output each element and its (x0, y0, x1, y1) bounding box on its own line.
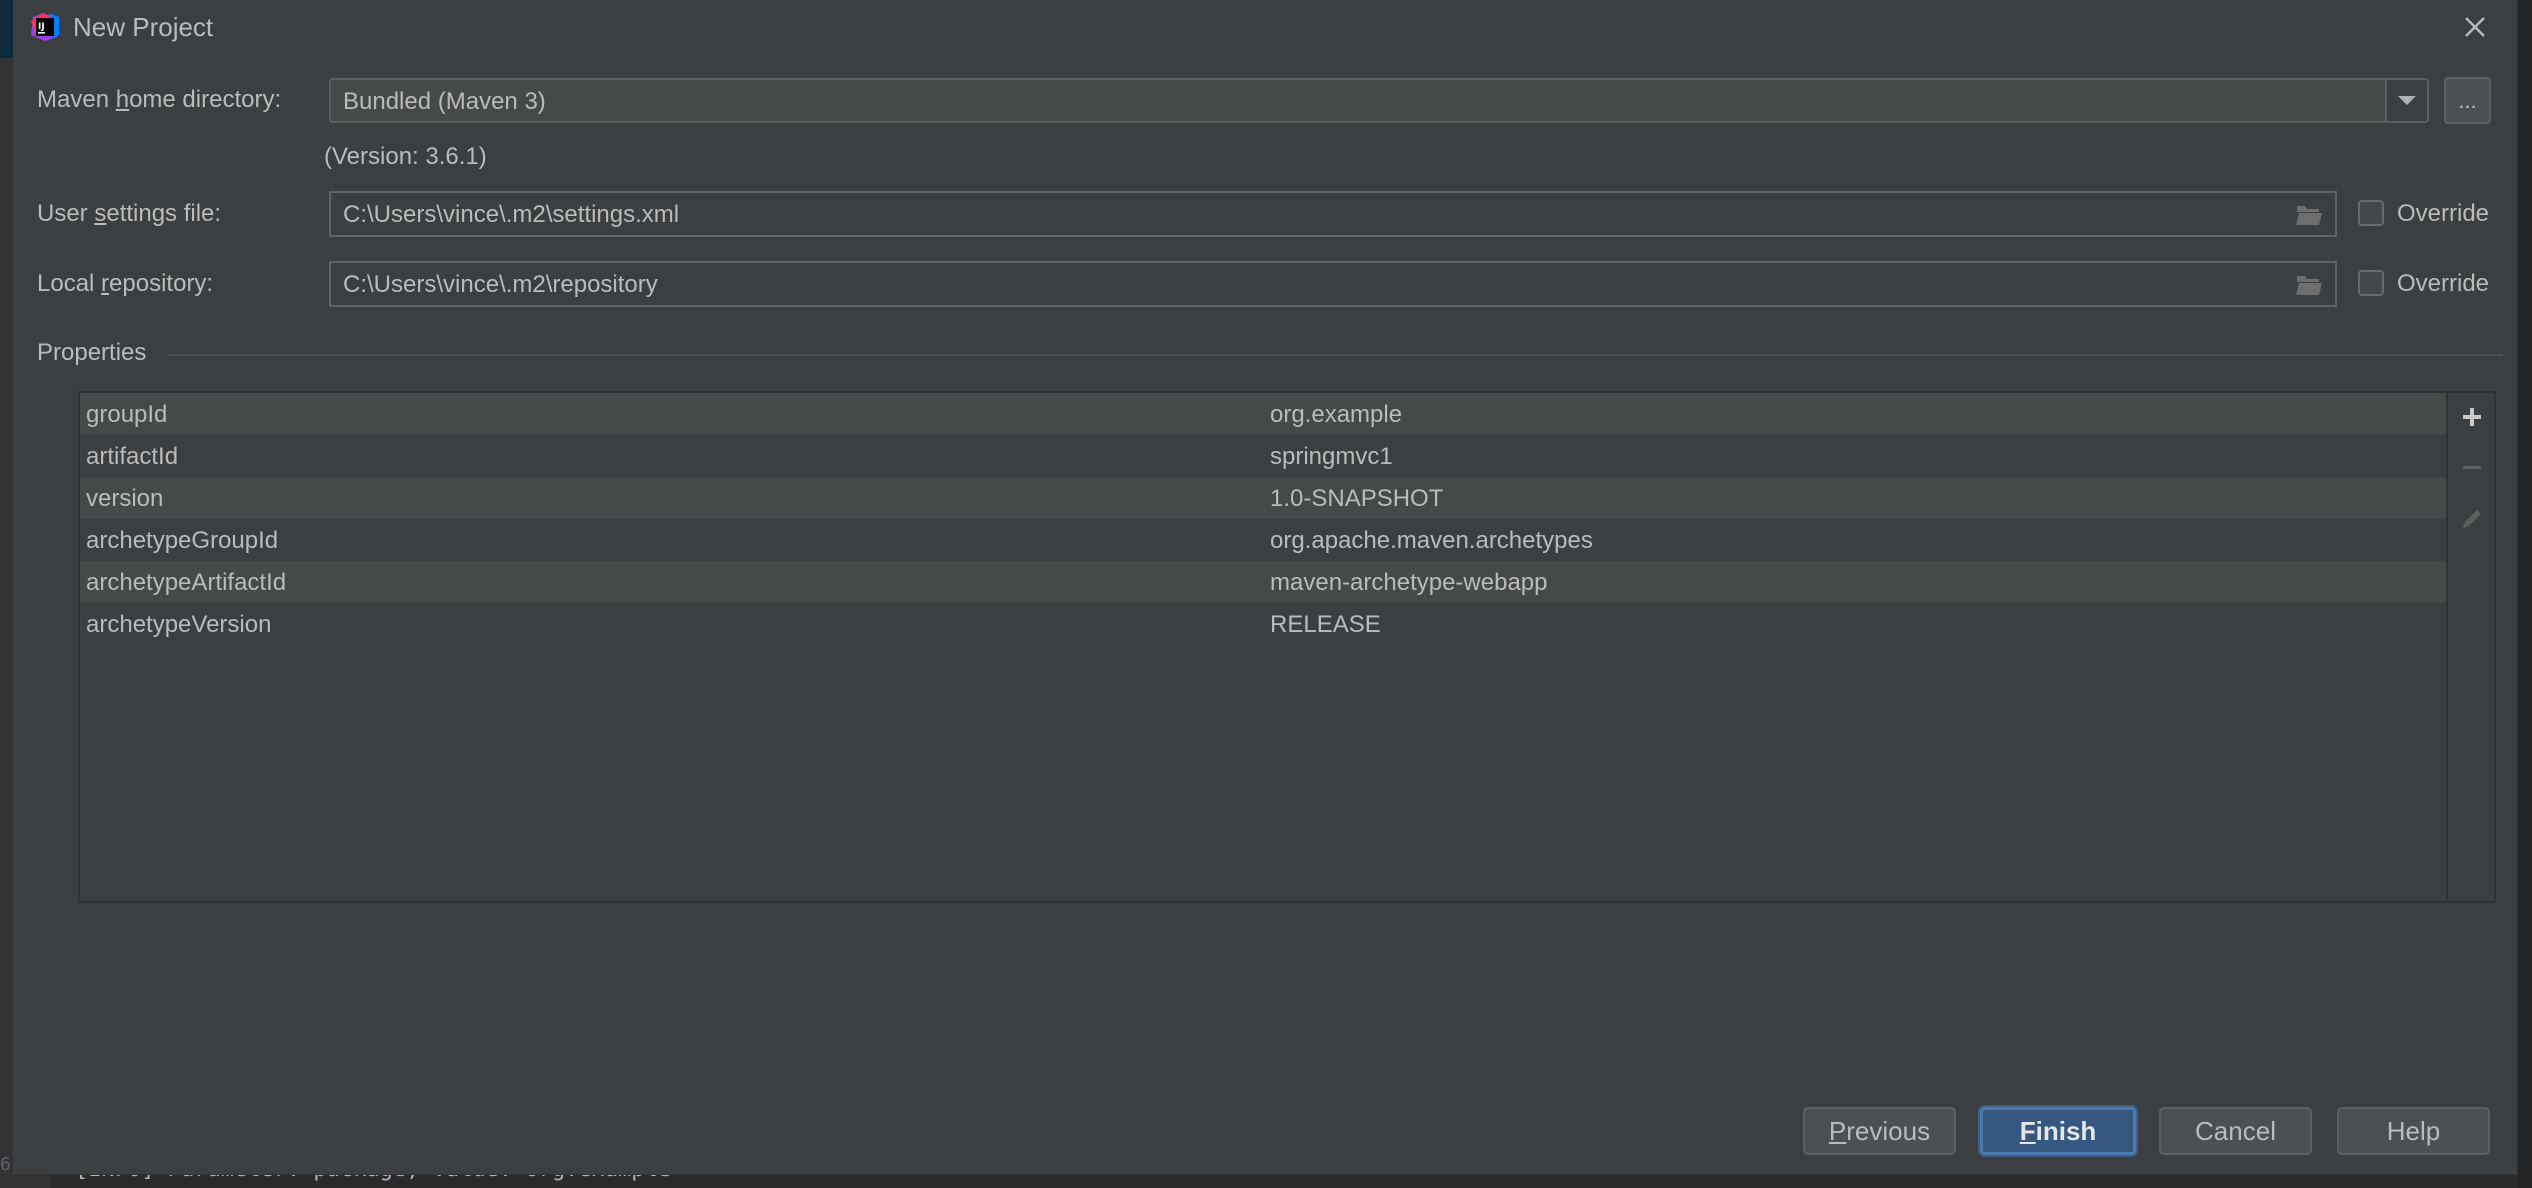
table-row[interactable]: version 1.0-SNAPSHOT (80, 477, 2446, 519)
user-settings-value: C:\Users\vince\.m2\settings.xml (343, 201, 680, 228)
property-key: archetypeGroupId (86, 527, 279, 554)
new-project-dialog: IJ New Project Maven home directory: Bun… (13, 0, 2518, 1175)
dialog-title: New Project (73, 12, 214, 42)
button-label: revious (1846, 1116, 1931, 1146)
intellij-idea-icon: IJ (31, 13, 59, 41)
svg-text:IJ: IJ (38, 22, 45, 32)
mnemonic: F (2019, 1116, 2036, 1146)
properties-toolbar (2446, 391, 2496, 903)
property-value[interactable]: maven-archetype-webapp (1270, 569, 1548, 597)
browse-maven-home-button[interactable]: ... (2444, 77, 2491, 124)
label-text: Local (37, 270, 102, 297)
property-value[interactable]: org.apache.maven.archetypes (1270, 527, 1593, 555)
label-text: ettings file: (106, 200, 222, 227)
maven-version-text: (Version: 3.6.1) (324, 143, 487, 170)
properties-table: groupId org.example artifactId springmvc… (78, 391, 2446, 903)
property-key: archetypeVersion (86, 611, 272, 638)
property-key: groupId (86, 401, 168, 428)
add-icon (2463, 408, 2481, 426)
mnemonic: r (101, 270, 110, 297)
previous-button[interactable]: Previous (1803, 1107, 1956, 1155)
maven-home-select[interactable]: Bundled (Maven 3) (329, 78, 2429, 123)
property-value[interactable]: RELEASE (1270, 611, 1381, 639)
properties-separator (168, 354, 2503, 356)
finish-button[interactable]: Finish (1980, 1107, 2136, 1155)
label-text: User (37, 200, 95, 227)
property-value[interactable]: 1.0-SNAPSHOT (1270, 485, 1443, 513)
dropdown-button[interactable] (2385, 80, 2427, 121)
local-repository-value: C:\Users\vince\.m2\repository (343, 271, 658, 298)
local-repository-field[interactable]: C:\Users\vince\.m2\repository (329, 261, 2337, 307)
label-text: Maven (37, 86, 116, 113)
property-value[interactable]: springmvc1 (1270, 443, 1393, 471)
properties-title: Properties (37, 339, 147, 366)
cancel-button[interactable]: Cancel (2159, 1107, 2312, 1155)
table-row[interactable]: archetypeGroupId org.apache.maven.archet… (80, 519, 2446, 561)
add-property-button[interactable] (2458, 403, 2486, 431)
folder-icon[interactable] (2295, 274, 2323, 296)
close-icon[interactable] (2458, 10, 2492, 44)
remove-property-button[interactable] (2458, 454, 2486, 482)
dialog-titlebar: IJ New Project (13, 0, 2517, 54)
maven-home-label: Maven home directory: (37, 86, 281, 114)
property-key: archetypeArtifactId (86, 569, 287, 596)
user-settings-label: User settings file: (37, 200, 221, 228)
user-settings-field[interactable]: C:\Users\vince\.m2\settings.xml (329, 191, 2337, 237)
edit-property-button[interactable] (2458, 505, 2486, 533)
folder-icon[interactable] (2295, 204, 2323, 226)
mnemonic: s (94, 200, 107, 227)
table-row[interactable]: archetypeArtifactId maven-archetype-weba… (80, 561, 2446, 603)
label-text: epository: (109, 270, 214, 297)
chevron-down-icon (2398, 96, 2416, 105)
user-settings-override-checkbox[interactable] (2358, 200, 2384, 226)
table-row[interactable]: groupId org.example (80, 393, 2446, 435)
table-row[interactable]: archetypeVersion RELEASE (80, 603, 2446, 645)
user-settings-override-label[interactable]: Override (2397, 200, 2489, 228)
label-text: ome directory: (129, 86, 282, 113)
mnemonic: h (115, 86, 130, 113)
edit-icon (2463, 510, 2481, 528)
mnemonic: P (1828, 1116, 1847, 1146)
maven-home-selected-value: Bundled (Maven 3) (343, 88, 546, 115)
ide-background-right (2518, 0, 2532, 1188)
property-key: version (86, 485, 164, 512)
ide-background-sidebar (0, 0, 13, 1188)
local-repository-override-checkbox[interactable] (2358, 270, 2384, 296)
local-repository-override-label[interactable]: Override (2397, 270, 2489, 298)
button-label: inish (2035, 1116, 2097, 1146)
property-key: artifactId (86, 443, 179, 470)
help-button[interactable]: Help (2337, 1107, 2490, 1155)
table-row[interactable]: artifactId springmvc1 (80, 435, 2446, 477)
property-value[interactable]: org.example (1270, 401, 1402, 429)
remove-icon (2463, 466, 2481, 469)
local-repository-label: Local repository: (37, 270, 213, 298)
